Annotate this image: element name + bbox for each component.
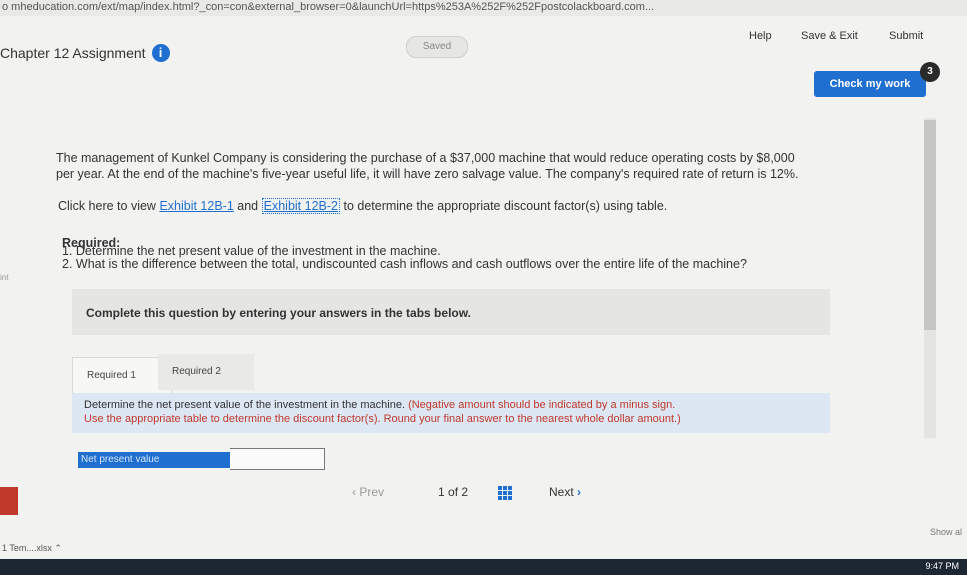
grid-view-icon[interactable]	[498, 486, 512, 500]
chapter-title: Chapter 12 Assignment i	[0, 44, 170, 62]
save-exit-link[interactable]: Save & Exit	[801, 30, 858, 42]
download-item[interactable]: 1 Tem....xlsx ⌃	[2, 543, 62, 554]
instructions-text: Complete this question by entering your …	[86, 306, 471, 320]
exhibit-and: and	[237, 199, 259, 213]
net-present-value-label: Net present value	[78, 452, 231, 468]
question-note-2: Use the appropriate table to determine t…	[84, 413, 681, 425]
net-present-value-input[interactable]	[230, 448, 325, 470]
check-count-badge: 3	[920, 62, 940, 82]
exhibit-prefix: Click here to view	[58, 199, 156, 213]
page-total: 2	[461, 485, 469, 499]
taskbar	[0, 559, 967, 575]
question-text: Determine the net present value of the i…	[84, 398, 681, 426]
problem-text-line-1: The management of Kunkel Company is cons…	[56, 151, 795, 165]
tab-required-2[interactable]: Required 2	[158, 354, 254, 390]
taskbar-clock: 9:47 PM	[925, 561, 959, 571]
exhibit-12b-1-link[interactable]: Exhibit 12B-1	[159, 199, 233, 213]
chevron-up-icon[interactable]: ⌃	[54, 543, 62, 553]
next-label: Next	[549, 485, 574, 499]
problem-text-line-2: per year. At the end of the machine's fi…	[56, 167, 799, 181]
tab-required-1[interactable]: Required 1	[72, 357, 172, 394]
page-indicator: 1 of 2	[438, 485, 468, 499]
page-of: of	[448, 485, 459, 499]
help-link[interactable]: Help	[749, 30, 772, 42]
check-my-work-button[interactable]: Check my work	[814, 71, 926, 97]
side-small-text: int	[0, 273, 9, 282]
chevron-right-icon: ›	[577, 485, 582, 499]
next-button[interactable]: Next ›	[549, 485, 581, 499]
chapter-title-text: Chapter 12 Assignment	[0, 45, 146, 61]
prev-label: Prev	[359, 485, 385, 499]
saved-status: Saved	[406, 36, 468, 58]
prev-button[interactable]: ‹ Prev	[352, 485, 384, 499]
question-main: Determine the net present value of the i…	[84, 399, 406, 411]
address-bar[interactable]: o mheducation.com/ext/map/index.html?_co…	[0, 0, 967, 16]
side-red-tab[interactable]	[0, 487, 18, 515]
exhibit-suffix: to determine the appropriate discount fa…	[343, 199, 668, 213]
submit-link[interactable]: Submit	[889, 30, 923, 42]
show-all-link[interactable]: Show al	[930, 527, 962, 537]
exhibit-line: Click here to view Exhibit 12B-1 and Exh…	[58, 198, 667, 214]
download-file-label: 1 Tem....xlsx	[2, 543, 52, 553]
required-item-2: 2. What is the difference between the to…	[62, 257, 747, 271]
info-icon[interactable]: i	[151, 44, 170, 62]
scrollbar-thumb[interactable]	[924, 120, 936, 330]
exhibit-12b-2-link[interactable]: Exhibit 12B-2	[261, 198, 340, 214]
question-note-1: (Negative amount should be indicated by …	[408, 399, 676, 411]
page-current: 1	[438, 485, 445, 499]
